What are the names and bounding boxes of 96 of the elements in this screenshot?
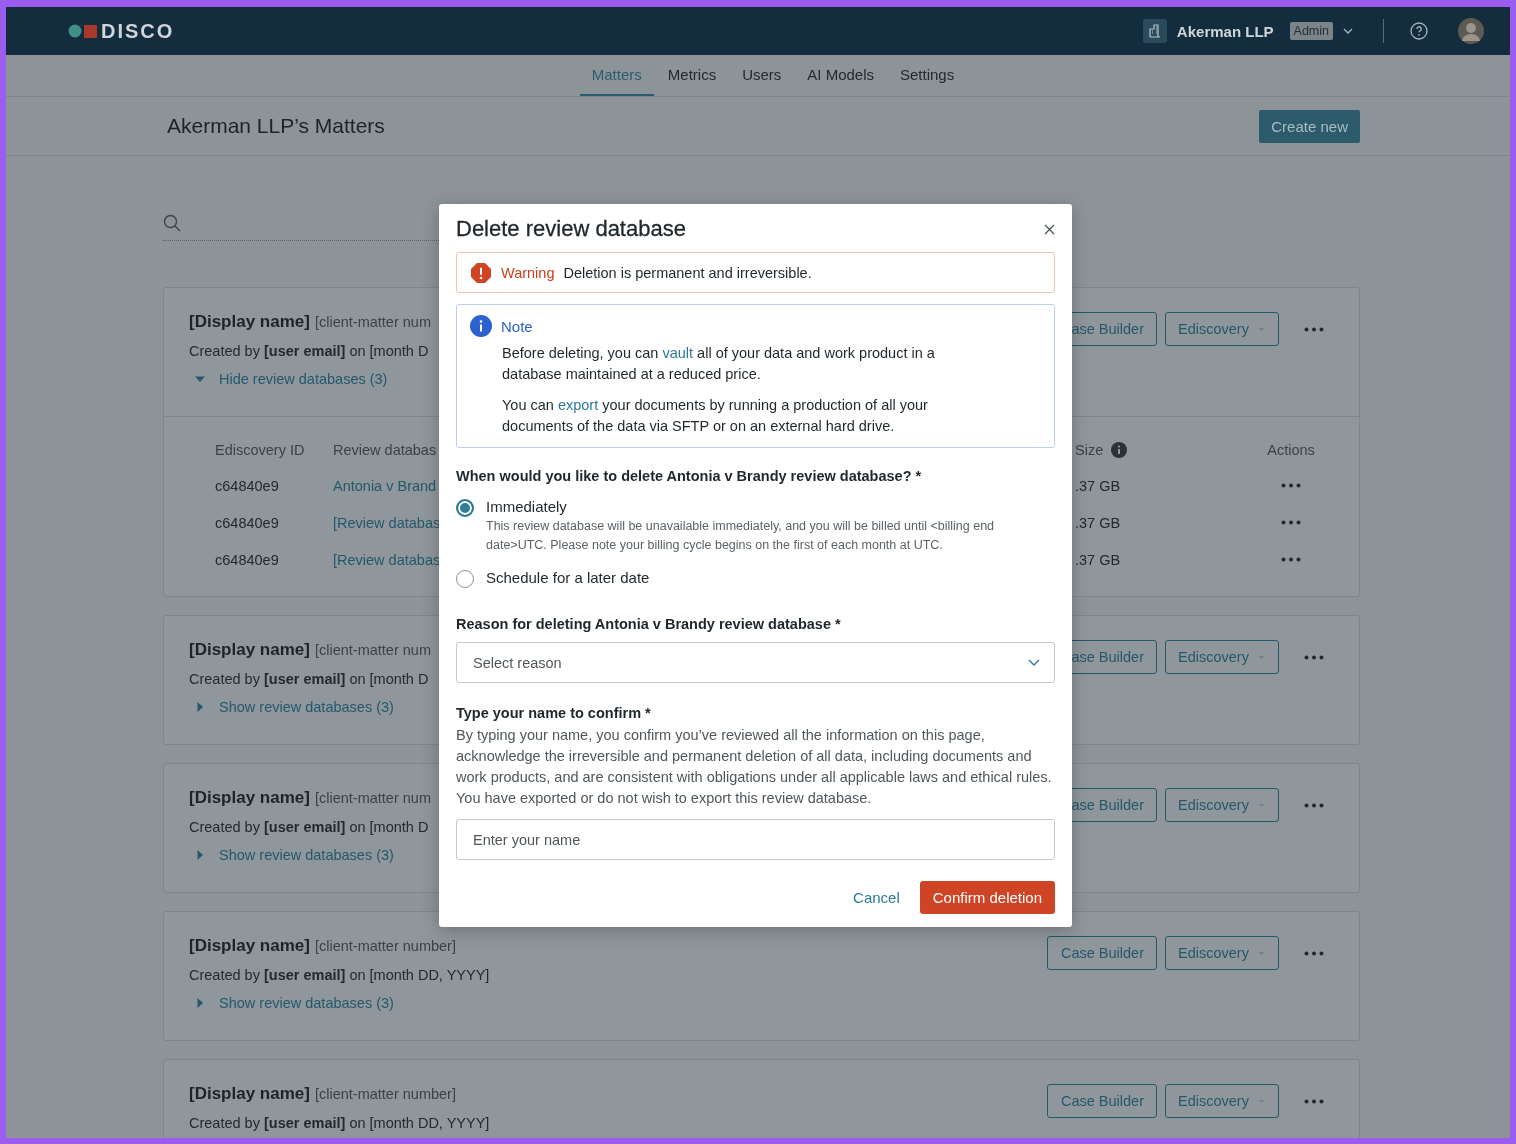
review-database-link[interactable]: [Review databas <box>333 551 441 568</box>
confirm-deletion-button[interactable]: Confirm deletion <box>919 881 1055 914</box>
chevron-icon <box>1258 654 1264 660</box>
radio-button[interactable] <box>456 499 474 517</box>
logo-icon <box>68 24 98 38</box>
more-icon[interactable] <box>1281 557 1301 562</box>
org-name[interactable]: Akerman LLP <box>1176 22 1274 40</box>
warning-icon <box>470 261 492 284</box>
chevron-icon <box>1258 1098 1264 1104</box>
page-title: Akerman LLP’s Matters <box>167 114 385 138</box>
client-matter-number: [client-matter num <box>314 314 431 330</box>
reason-select[interactable]: Select reason <box>456 642 1055 683</box>
table-cell: c64840e9 <box>215 551 279 568</box>
review-databases-toggle[interactable]: Show review databases (3) <box>189 840 394 870</box>
option-label[interactable]: Schedule for a later date <box>486 569 650 586</box>
note-link[interactable]: vault <box>662 345 694 361</box>
matter-name: [Display name] <box>189 936 310 956</box>
created-by-text: Created by [user email] on [month D <box>189 818 430 837</box>
client-matter-number: [client-matter number] <box>314 1086 456 1102</box>
table-cell: .37 GB <box>1075 477 1121 494</box>
caret-icon <box>195 374 205 384</box>
created-by-text: Created by [user email] on [month DD, YYYY] <box>189 1114 490 1133</box>
client-matter-number: [client-matter num <box>314 642 431 658</box>
more-icon[interactable] <box>1304 326 1324 332</box>
more-icon[interactable] <box>1304 1098 1324 1104</box>
caret-icon <box>195 850 205 860</box>
note-label: Note <box>501 317 533 335</box>
column-header: Review databas <box>333 442 437 458</box>
chevron-icon <box>1258 950 1264 956</box>
created-by-text: Created by [user email] on [month D <box>189 670 430 689</box>
nav-tab[interactable]: AI Models <box>795 55 886 96</box>
matter-name: [Display name] <box>189 788 310 808</box>
search-icon <box>163 214 181 232</box>
review-databases-toggle[interactable]: Hide review databases (3) <box>189 364 388 394</box>
more-icon[interactable] <box>1304 654 1324 660</box>
review-databases-toggle[interactable]: Show review databases (3) <box>189 988 394 1018</box>
logo-text: DISCO <box>101 19 175 43</box>
chevron-icon <box>1258 326 1264 332</box>
avatar[interactable] <box>1458 18 1484 44</box>
more-icon[interactable] <box>1281 483 1301 488</box>
ediscovery-dropdown[interactable]: Ediscovery <box>1165 640 1279 674</box>
building-icon <box>1142 19 1167 43</box>
column-header: Actions <box>1267 442 1315 458</box>
nav-tab[interactable]: Matters <box>579 55 654 96</box>
dialog-title: Delete review database <box>456 216 686 242</box>
field-label: When would you like to delete Antonia v Brandy review database? * <box>456 468 923 484</box>
option-description: This review database will be unavailable immediately, and you will be billed until <billing end date>UTC. Please note your billing cycle begins on the first of each month at UTC. <box>486 518 996 554</box>
column-header: Size <box>1075 442 1104 458</box>
chevron-icon <box>1028 659 1040 666</box>
table-cell: .37 GB <box>1075 551 1121 568</box>
column-header: Ediscovery ID <box>215 442 305 458</box>
review-database-link[interactable]: Antonia v Brand <box>333 477 437 494</box>
matter-name: [Display name] <box>189 640 310 660</box>
chevron-icon[interactable] <box>1343 28 1353 34</box>
close-icon[interactable] <box>1044 223 1055 235</box>
chevron-icon <box>1258 802 1264 808</box>
created-by-text: Created by [user email] on [month DD, YYYY] <box>189 966 490 985</box>
info-icon <box>1111 442 1128 458</box>
review-databases-toggle[interactable]: Show review databases (3) <box>189 692 394 722</box>
matter-name: [Display name] <box>189 1084 310 1104</box>
name-input[interactable]: Enter your name <box>456 819 1055 860</box>
ediscovery-dropdown[interactable]: Ediscovery <box>1165 936 1279 970</box>
note-text: Before deleting, you can vault all of your data and work product in a database maintained at a reduced price. <box>502 344 936 384</box>
table-cell: .37 GB <box>1075 514 1121 531</box>
review-database-link[interactable]: [Review databas <box>333 514 441 531</box>
caret-icon <box>195 702 205 712</box>
nav-tab[interactable]: Metrics <box>655 55 729 96</box>
role-badge: Admin <box>1289 22 1333 40</box>
created-by-text: Created by [user email] on [month D <box>189 342 430 361</box>
client-matter-number: [client-matter number] <box>314 938 456 954</box>
nav-tab[interactable]: Settings <box>888 55 967 96</box>
cancel-button[interactable]: Cancel <box>853 889 900 906</box>
client-matter-number: [client-matter num <box>314 790 431 806</box>
matter-name: [Display name] <box>189 312 310 332</box>
case-builder-button[interactable]: Case Builder <box>1047 1084 1157 1118</box>
ediscovery-dropdown[interactable]: Ediscovery <box>1165 1084 1279 1118</box>
ediscovery-dropdown[interactable]: Ediscovery <box>1165 788 1279 822</box>
case-builder-button[interactable]: Case Builder <box>1047 936 1157 970</box>
nav-tab[interactable]: Users <box>730 55 794 96</box>
note-text: You can export your documents by running a production of all your documents of the data via SFTP or on an external hard drive. <box>502 396 929 436</box>
table-cell: c64840e9 <box>215 514 279 531</box>
warning-text: Deletion is permanent and irreversible. <box>563 264 812 281</box>
more-icon[interactable] <box>1304 802 1324 808</box>
info-icon <box>470 315 492 337</box>
ediscovery-dropdown[interactable]: Ediscovery <box>1165 312 1279 346</box>
option-label[interactable]: Immediately <box>486 498 1026 515</box>
note-link[interactable]: export <box>557 397 599 413</box>
warning-label: Warning <box>501 264 555 281</box>
caret-icon <box>195 998 205 1008</box>
help-icon[interactable] <box>1410 22 1428 40</box>
table-cell: c64840e9 <box>215 477 279 494</box>
field-label: Reason for deleting Antonia v Brandy review database * <box>456 616 842 632</box>
more-icon[interactable] <box>1281 520 1301 525</box>
more-icon[interactable] <box>1304 950 1324 956</box>
field-label: Type your name to confirm * <box>456 705 652 721</box>
create-button[interactable]: Create new <box>1259 109 1360 143</box>
